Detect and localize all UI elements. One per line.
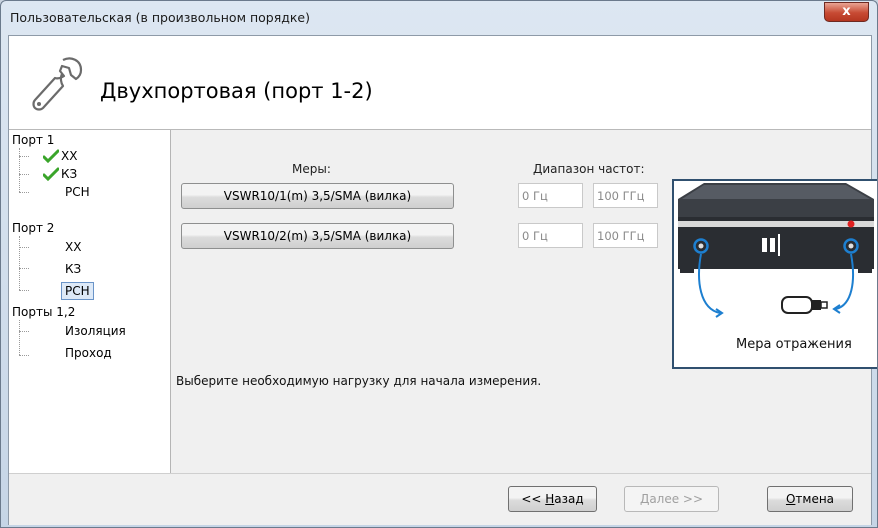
title-bar[interactable]: Пользовательская (в произвольном порядке… — [1, 1, 877, 35]
tree-item-port1[interactable]: Порт 1 — [12, 132, 54, 148]
wizard-footer: << Назад Далее >> Отмена — [9, 473, 871, 525]
tree-item-port2-rsn[interactable]: РСН — [61, 282, 94, 300]
freq-from-field-1[interactable] — [518, 183, 583, 208]
tree-connector — [19, 236, 20, 290]
tree-connector — [19, 268, 29, 269]
measure-button-1[interactable]: VSWR10/1(m) 3,5/SMA (вилка) — [181, 183, 454, 209]
next-button-mnemonic: Д — [639, 492, 650, 506]
freq-to-field-1[interactable] — [593, 183, 658, 208]
back-button-prefix: << — [521, 492, 546, 506]
tree-item-port1-kz[interactable]: КЗ — [61, 166, 77, 182]
illustration-caption: Мера отражения — [736, 337, 852, 352]
tree-item-port1-xx[interactable]: ХХ — [61, 148, 77, 164]
tree-connector — [19, 247, 29, 248]
tree-connector — [19, 174, 29, 175]
back-button-rest: азад — [554, 492, 584, 506]
wizard-header: Двухпортовая (порт 1-2) — [9, 36, 871, 130]
cancel-button-mnemonic: О — [785, 492, 796, 506]
tree-connector — [19, 192, 29, 193]
tree-item-port2[interactable]: Порт 2 — [12, 220, 54, 236]
content-panel: Меры: Диапазон частот: VSWR10/1(m) 3,5/S… — [171, 130, 877, 473]
tree-item-port1-rsn[interactable]: РСН — [65, 184, 90, 200]
back-button[interactable]: << Назад — [508, 486, 597, 512]
device-illustration-panel: Мера отражения — [672, 179, 877, 369]
next-button[interactable]: Далее >> — [624, 486, 719, 512]
dialog-window: Пользовательская (в произвольном порядке… — [0, 0, 878, 528]
freq-to-field-2[interactable] — [593, 223, 658, 248]
window-title: Пользовательская (в произвольном порядке… — [10, 10, 310, 25]
vna-device-icon — [678, 183, 874, 318]
tree-item-isolation[interactable]: Изоляция — [65, 323, 126, 339]
tree-connector — [19, 331, 29, 332]
close-button[interactable]: x — [824, 2, 869, 22]
tree-connector — [19, 320, 20, 355]
freq-from-field-2[interactable] — [518, 223, 583, 248]
instruction-text: Выберите необходимую нагрузку для начала… — [176, 374, 542, 388]
measurement-tree: Порт 1 ХХ КЗ РСН Порт 2 ХХ КЗ РСН Порты … — [9, 130, 171, 473]
measures-label: Меры: — [292, 162, 331, 176]
cancel-button-rest: тмена — [795, 492, 835, 506]
tree-connector — [19, 148, 20, 174]
tree-item-thru[interactable]: Проход — [65, 345, 112, 361]
checkmark-icon — [43, 149, 59, 163]
tree-connector — [19, 355, 29, 356]
tree-connector — [19, 290, 29, 291]
tree-connector — [19, 156, 29, 157]
wrench-icon — [32, 57, 83, 111]
frequency-range-label: Диапазон частот: — [533, 162, 645, 176]
tree-connector — [19, 174, 20, 192]
measure-button-2[interactable]: VSWR10/2(m) 3,5/SMA (вилка) — [181, 223, 454, 249]
back-button-mnemonic: Н — [545, 492, 555, 506]
tree-item-ports12[interactable]: Порты 1,2 — [12, 304, 75, 320]
tree-item-port2-kz[interactable]: КЗ — [65, 261, 81, 277]
page-title: Двухпортовая (порт 1-2) — [100, 79, 373, 103]
dialog-client: Двухпортовая (порт 1-2) Порт 1 ХХ КЗ РСН… — [8, 35, 877, 525]
next-button-rest: алее >> — [649, 492, 704, 506]
tree-item-port2-xx[interactable]: ХХ — [65, 239, 81, 255]
cancel-button[interactable]: Отмена — [767, 486, 853, 512]
checkmark-icon — [43, 167, 59, 181]
